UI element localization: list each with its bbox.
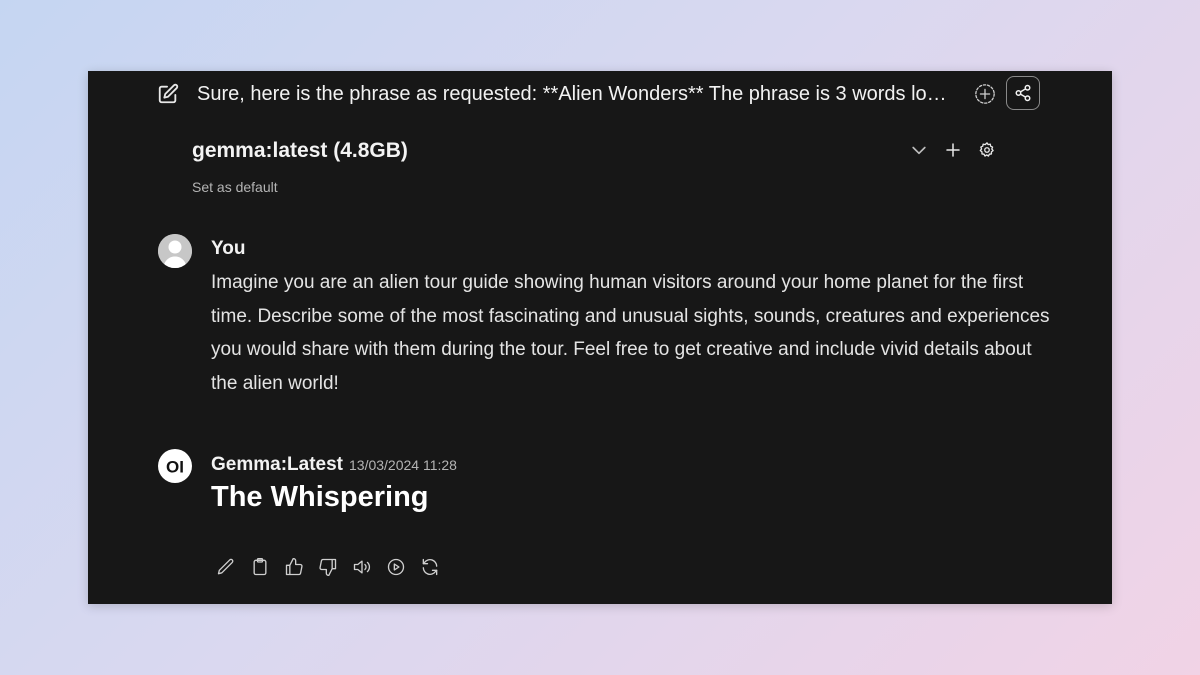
gear-icon[interactable] (976, 139, 998, 161)
chat-title: Sure, here is the phrase as requested: *… (197, 83, 957, 105)
set-default-link[interactable]: Set as default (192, 179, 278, 195)
refresh-icon[interactable] (419, 556, 441, 578)
chevron-down-icon[interactable] (908, 139, 930, 161)
bot-avatar: OI (158, 449, 192, 483)
model-selector[interactable]: gemma:latest (4.8GB) (192, 139, 408, 163)
edit-icon[interactable] (156, 82, 180, 106)
add-circle-icon[interactable] (974, 83, 996, 105)
top-bar: Sure, here is the phrase as requested: *… (88, 71, 1112, 117)
bot-avatar-logo: OI (166, 458, 184, 477)
model-controls (908, 139, 998, 161)
bot-author: Gemma:Latest (211, 454, 343, 475)
chat-window: Sure, here is the phrase as requested: *… (88, 71, 1112, 604)
bot-header: Gemma:Latest 13/03/2024 11:28 (211, 454, 457, 476)
message-actions (215, 556, 441, 578)
user-author: You (211, 238, 246, 259)
pencil-icon[interactable] (215, 556, 237, 578)
share-icon (1014, 84, 1032, 102)
plus-icon[interactable] (942, 139, 964, 161)
share-button[interactable] (1006, 76, 1040, 110)
avatar (158, 234, 192, 268)
clipboard-icon[interactable] (249, 556, 271, 578)
speaker-icon[interactable] (351, 556, 373, 578)
play-circle-icon[interactable] (385, 556, 407, 578)
bot-message-text: The Whispering (211, 481, 429, 513)
user-message-text: Imagine you are an alien tour guide show… (211, 272, 1050, 394)
message-timestamp: 13/03/2024 11:28 (349, 457, 457, 473)
thumbs-down-icon[interactable] (317, 556, 339, 578)
thumbs-up-icon[interactable] (283, 556, 305, 578)
